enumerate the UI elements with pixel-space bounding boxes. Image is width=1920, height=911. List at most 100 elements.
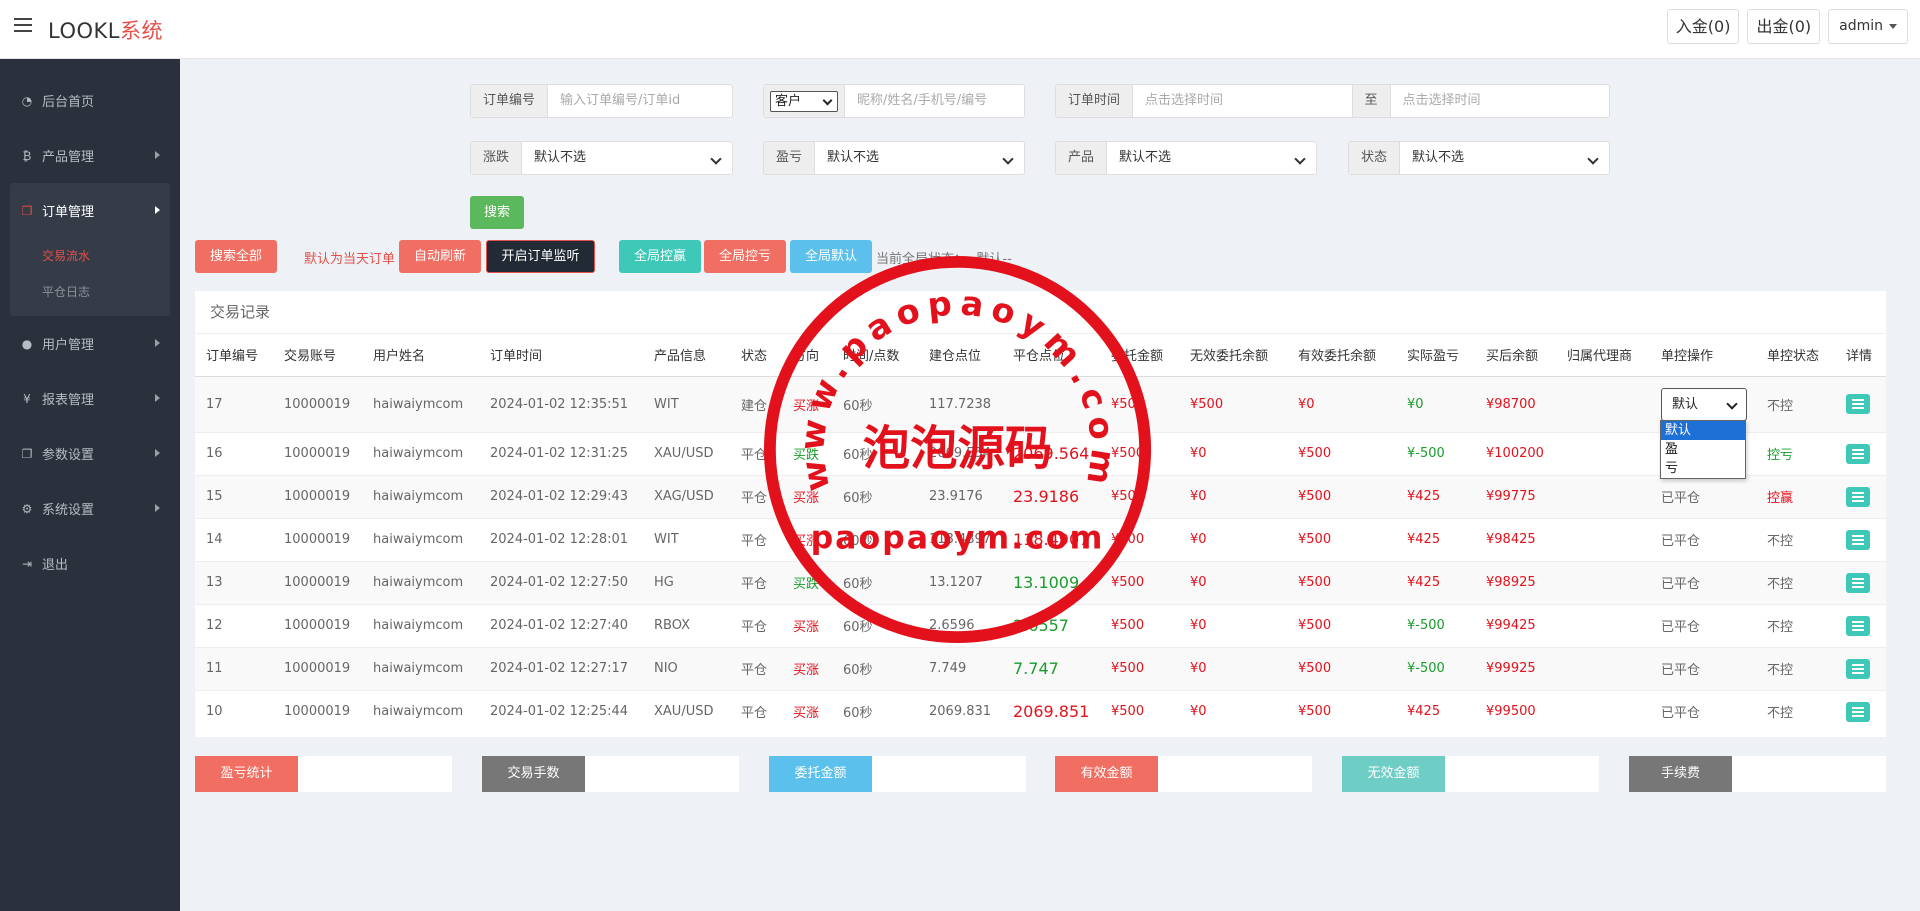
customer-type-wrapper: 客户 — [764, 85, 845, 117]
sidebar-item-label: 系统设置 — [42, 503, 95, 518]
auto-refresh-button[interactable]: 自动刷新 — [399, 240, 481, 273]
customer-type-select[interactable]: 客户 — [770, 91, 838, 112]
sidebar-item-dashboard[interactable]: ◔ 后台首页 — [0, 73, 180, 128]
caret-down-icon — [1889, 23, 1897, 29]
detail-list-icon[interactable] — [1846, 394, 1870, 414]
cell-pnl: ¥425 — [1396, 560, 1475, 604]
table-row: 17 10000019 haiwaiymcom 2024-01-02 12:35:51… — [195, 375, 1886, 432]
sidebar-item-params[interactable]: ❐ 参数设置 — [0, 426, 180, 481]
sidebar-item-reports[interactable]: ¥ 报表管理 — [0, 371, 180, 426]
cell-time: 2024-01-02 12:25:44 — [479, 689, 643, 733]
profit-select[interactable]: 默认不选 — [815, 142, 1024, 174]
cell-agent — [1556, 560, 1650, 604]
detail-list-icon[interactable] — [1846, 572, 1870, 593]
cell-balance: ¥98700 — [1475, 375, 1556, 432]
bitcoin-icon: ₿ — [22, 148, 32, 163]
detail-list-icon[interactable] — [1846, 658, 1870, 679]
user-icon: ● — [21, 336, 33, 351]
cell-valid: ¥500 — [1287, 646, 1396, 690]
cell-open: 13.1207 — [918, 560, 1002, 604]
dropdown-option[interactable]: 亏 — [1661, 459, 1745, 478]
hamburger-menu-icon[interactable] — [14, 18, 32, 32]
detail-list-icon[interactable] — [1846, 615, 1870, 636]
cell-valid: ¥0 — [1287, 375, 1396, 432]
order-monitor-button[interactable]: 开启订单监听 — [486, 240, 595, 273]
search-all-button[interactable]: 搜索全部 — [195, 240, 277, 273]
sidebar: ◔ 后台首页 ₿ 产品管理 ❐ 订单管理 交易流水 平仓日志 ● 用户管理 ¥ … — [0, 59, 180, 911]
deposit-button[interactable]: 入金(0) — [1666, 9, 1740, 44]
column-header: 归属代理商 — [1556, 334, 1650, 377]
row-control-select[interactable]: 默认 — [1661, 387, 1747, 421]
global-loss-button[interactable]: 全局控亏 — [704, 240, 786, 273]
sidebar-subitem-close-log[interactable]: 平仓日志 — [10, 274, 170, 310]
default-notice: 默认为当天订单 — [304, 252, 396, 267]
table-row: 16 10000019 haiwaiymcom 2024-01-02 12:31:25… — [195, 431, 1886, 475]
global-default-button[interactable]: 全局默认 — [790, 240, 872, 273]
time-start-input[interactable]: 点击选择时间 — [1133, 85, 1351, 117]
withdraw-button[interactable]: 出金(0) — [1747, 9, 1821, 44]
cell-valid: ¥500 — [1287, 474, 1396, 518]
cell-agent — [1556, 517, 1650, 561]
cell-invalid: ¥0 — [1179, 603, 1287, 647]
dropdown-option[interactable]: 盈 — [1661, 440, 1745, 459]
rise-fall-filter: 涨跌 默认不选 — [470, 141, 733, 175]
panel-title: 交易记录 — [195, 291, 1886, 334]
product-select[interactable]: 默认不选 — [1107, 142, 1316, 174]
cell-direction: 买涨 — [782, 517, 832, 561]
detail-list-icon[interactable] — [1846, 701, 1870, 722]
status-select[interactable]: 默认不选 — [1400, 142, 1609, 174]
table-row: 11 10000019 haiwaiymcom 2024-01-02 12:27:17… — [195, 646, 1886, 690]
dropdown-option[interactable]: 默认 — [1661, 421, 1745, 440]
cell-ctrl: 不控 — [1756, 517, 1835, 561]
cell-status: 平仓 — [730, 646, 782, 690]
cell-agent — [1556, 375, 1650, 432]
cell-agent — [1556, 689, 1650, 733]
cell-direction: 买涨 — [782, 474, 832, 518]
cell-valid: ¥500 — [1287, 603, 1396, 647]
user-name: admin — [1839, 18, 1883, 34]
filter-label: 订单时间 — [1056, 85, 1134, 117]
cell-detail — [1835, 689, 1886, 733]
app-logo: LOOKL系统 — [48, 15, 163, 45]
rise-fall-select[interactable]: 默认不选 — [522, 142, 732, 174]
sidebar-item-logout[interactable]: ⇥ 退出 — [0, 536, 180, 591]
cell-id: 13 — [195, 560, 273, 604]
stat-box: 交易手数 — [482, 756, 739, 792]
sidebar-item-orders[interactable]: ❐ 订单管理 — [10, 183, 170, 238]
column-header: 无效委托余额 — [1179, 334, 1287, 377]
sidebar-subitem-transactions[interactable]: 交易流水 — [10, 238, 170, 274]
sidebar-item-products[interactable]: ₿ 产品管理 — [0, 128, 180, 183]
cell-ctrl: 不控 — [1756, 375, 1835, 432]
cell-agent — [1556, 646, 1650, 690]
cell-open: 118.4897 — [918, 517, 1002, 561]
detail-list-icon[interactable] — [1846, 486, 1870, 507]
column-header: 建仓点位 — [918, 334, 1002, 377]
search-button[interactable]: 搜索 — [470, 196, 524, 229]
time-end-input[interactable]: 点击选择时间 — [1391, 85, 1609, 117]
cell-direction: 买涨 — [782, 646, 832, 690]
cell-open: 2069.554 — [918, 431, 1002, 475]
detail-list-icon[interactable] — [1846, 529, 1870, 550]
cell-pnl: ¥-500 — [1396, 646, 1475, 690]
user-menu-button[interactable]: admin — [1828, 9, 1908, 44]
detail-list-icon[interactable] — [1846, 443, 1870, 464]
row-control-dropdown-list[interactable]: 默认盈亏 — [1660, 420, 1746, 479]
column-header: 单控状态 — [1756, 334, 1835, 377]
order-no-input[interactable]: 输入订单编号/订单id — [548, 85, 732, 117]
cell-close: 13.1009 — [1002, 560, 1100, 604]
cell-time: 2024-01-02 12:31:25 — [479, 431, 643, 475]
customer-input[interactable]: 昵称/姓名/手机号/编号 — [845, 85, 1024, 117]
cell-balance: ¥100200 — [1475, 431, 1556, 475]
copy-icon: ❐ — [21, 446, 33, 461]
cell-status: 平仓 — [730, 474, 782, 518]
global-win-button[interactable]: 全局控赢 — [619, 240, 701, 273]
column-header: 时间/点数 — [832, 334, 918, 377]
cell-detail — [1835, 646, 1886, 690]
cell-ctrl: 不控 — [1756, 560, 1835, 604]
cell-account: 10000019 — [273, 560, 362, 604]
sidebar-item-users[interactable]: ● 用户管理 — [0, 316, 180, 371]
cell-time: 2024-01-02 12:29:43 — [479, 474, 643, 518]
column-header: 平仓点位 — [1002, 334, 1100, 377]
cell-pnl: ¥425 — [1396, 517, 1475, 561]
sidebar-item-system[interactable]: ⚙ 系统设置 — [0, 481, 180, 536]
